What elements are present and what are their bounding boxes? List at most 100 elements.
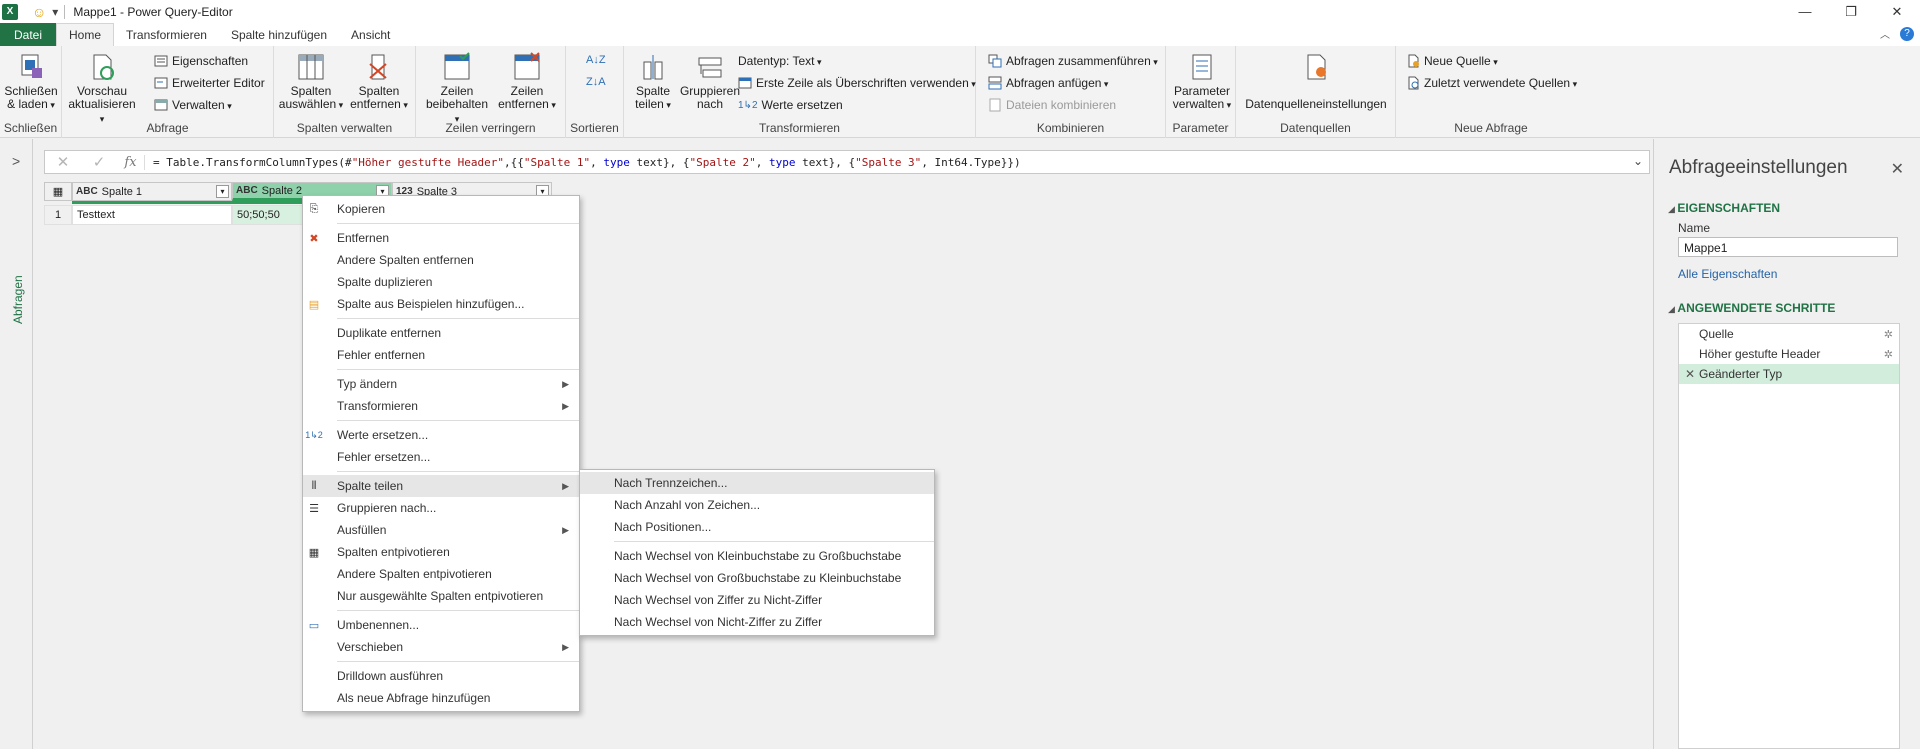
step-item[interactable]: ✕ Geänderter Typ	[1679, 364, 1899, 384]
all-properties-link[interactable]: Alle Eigenschaften	[1678, 267, 1777, 281]
menu-item-andere-spalten-entpivotieren[interactable]: Andere Spalten entpivotieren	[303, 563, 579, 585]
tab-transformieren[interactable]: Transformieren	[114, 23, 219, 46]
menu-item-nur-ausgewaehlte-entpivotieren[interactable]: Nur ausgewählte Spalten entpivotieren	[303, 585, 579, 607]
close-load-button[interactable]: Schließen & laden	[4, 52, 58, 112]
menu-item-verschieben[interactable]: Verschieben ▶	[303, 636, 579, 658]
submenu-item-positionen[interactable]: Nach Positionen...	[580, 516, 934, 538]
menu-item-werte-ersetzen[interactable]: 1↳2 Werte ersetzen...	[303, 424, 579, 446]
menu-item-spalte-teilen[interactable]: ⫴ Spalte teilen ▶	[303, 475, 579, 497]
tab-ansicht[interactable]: Ansicht	[339, 23, 402, 46]
table-cell[interactable]: Testtext	[72, 205, 232, 225]
menu-label: Duplikate entfernen	[337, 326, 442, 340]
menu-item-fehler-ersetzen[interactable]: Fehler ersetzen...	[303, 446, 579, 468]
submenu-item-ziffer-zu-nicht-ziffer[interactable]: Nach Wechsel von Ziffer zu Nicht-Ziffer	[580, 589, 934, 611]
menu-item-spalte-duplizieren[interactable]: Spalte duplizieren	[303, 271, 579, 293]
datatype-dropdown[interactable]: Datentyp: Text	[738, 54, 822, 68]
excel-app-icon: X	[2, 3, 18, 20]
properties-button[interactable]: Eigenschaften	[154, 54, 248, 68]
sort-ascending-icon[interactable]: A↓Z	[586, 54, 606, 66]
qat-dropdown-icon[interactable]: ▾	[52, 5, 58, 19]
column-name: Spalte 2	[261, 184, 303, 197]
refresh-preview-button[interactable]: Vorschau aktualisieren	[68, 52, 136, 126]
remove-columns-button[interactable]: Spalten entfernen	[346, 52, 412, 112]
keep-rows-button[interactable]: Zeilen beibehalten	[424, 52, 490, 126]
menu-item-andere-spalten-entfernen[interactable]: Andere Spalten entfernen	[303, 249, 579, 271]
group-by-button[interactable]: Gruppieren nach	[678, 52, 742, 111]
expand-formula-icon[interactable]: ⌄	[1633, 154, 1643, 168]
submenu-item-gross-zu-klein[interactable]: Nach Wechsel von Großbuchstabe zu Kleinb…	[580, 567, 934, 589]
choose-columns-button[interactable]: Spalten auswählen	[278, 52, 344, 112]
help-icon[interactable]: ?	[1900, 26, 1914, 41]
close-window-button[interactable]: ✕	[1874, 0, 1920, 23]
section-eigenschaften[interactable]: EIGENSCHAFTEN	[1668, 201, 1780, 215]
submenu-item-nicht-ziffer-zu-ziffer[interactable]: Nach Wechsel von Nicht-Ziffer zu Ziffer	[580, 611, 934, 633]
tab-spalte-hinzufuegen[interactable]: Spalte hinzufügen	[219, 23, 339, 46]
fx-icon[interactable]: fx	[117, 154, 145, 170]
collapse-ribbon-icon[interactable]: ︿	[1880, 26, 1890, 41]
tab-home[interactable]: Home	[56, 23, 115, 46]
step-item[interactable]: Höher gestufte Header ✲	[1679, 344, 1899, 364]
restore-button[interactable]: ❐	[1828, 0, 1874, 23]
submenu-item-anzahl-zeichen[interactable]: Nach Anzahl von Zeichen...	[580, 494, 934, 516]
data-source-settings-button[interactable]: Datenquelleneinstellungen	[1244, 52, 1388, 111]
group-parameter: Parameter verwalten Parameter	[1166, 46, 1236, 138]
formula-text[interactable]: = Table.TransformColumnTypes(#"Höher ges…	[153, 156, 1021, 169]
menu-item-als-neue-abfrage[interactable]: Als neue Abfrage hinzufügen	[303, 687, 579, 709]
manage-parameters-button[interactable]: Parameter verwalten	[1172, 52, 1232, 112]
remove-rows-button[interactable]: Zeilen entfernen	[494, 52, 560, 112]
new-source-button[interactable]: Neue Quelle	[1406, 54, 1498, 68]
menu-item-fehler-entfernen[interactable]: Fehler entfernen	[303, 344, 579, 366]
menu-label: Nach Wechsel von Ziffer zu Nicht-Ziffer	[614, 593, 823, 607]
queries-pane-label[interactable]: Abfragen	[11, 275, 25, 324]
menu-item-spalte-aus-beispielen[interactable]: ▤ Spalte aus Beispielen hinzufügen...	[303, 293, 579, 315]
filter-dropdown-icon[interactable]: ▾	[216, 185, 229, 198]
manage-button[interactable]: Verwalten	[154, 98, 232, 112]
menu-item-drilldown[interactable]: Drilldown ausführen	[303, 665, 579, 687]
group-datenquellen: Datenquelleneinstellungen Datenquellen	[1236, 46, 1396, 138]
smiley-feedback-icon[interactable]: ☺	[32, 4, 46, 20]
cancel-formula-icon[interactable]: ✕	[45, 153, 81, 171]
menu-item-typ-aendern[interactable]: Typ ändern ▶	[303, 373, 579, 395]
group-neue-abfrage: Neue Quelle Zuletzt verwendete Quellen N…	[1396, 46, 1586, 138]
gear-icon[interactable]: ✲	[1884, 348, 1893, 361]
confirm-formula-icon[interactable]: ✓	[81, 153, 117, 171]
merge-queries-button[interactable]: Abfragen zusammenführen	[988, 54, 1158, 68]
first-row-headers-button[interactable]: Erste Zeile als Überschriften verwenden	[738, 76, 976, 90]
step-item[interactable]: Quelle ✲	[1679, 324, 1899, 344]
table-menu-icon[interactable]: ▦	[44, 182, 72, 201]
column-header-spalte-1[interactable]: ABC Spalte 1 ▾	[72, 182, 232, 201]
menu-item-umbenennen[interactable]: ▭ Umbenennen...	[303, 614, 579, 636]
settings-title: Abfrageeinstellungen	[1669, 157, 1848, 178]
menu-item-gruppieren[interactable]: ☰ Gruppieren nach...	[303, 497, 579, 519]
menu-item-kopieren[interactable]: ⎘ Kopieren	[303, 198, 579, 220]
expand-nav-icon[interactable]: >	[12, 153, 20, 169]
minimize-button[interactable]: —	[1782, 0, 1828, 23]
submenu-item-klein-zu-gross[interactable]: Nach Wechsel von Kleinbuchstabe zu Großb…	[580, 545, 934, 567]
replace-values-button[interactable]: 1↳2 Werte ersetzen	[738, 98, 843, 112]
advanced-editor-button[interactable]: Erweiterter Editor	[154, 76, 265, 90]
recent-sources-button[interactable]: Zuletzt verwendete Quellen	[1406, 76, 1577, 90]
append-queries-button[interactable]: Abfragen anfügen	[988, 76, 1108, 90]
close-settings-icon[interactable]: ✕	[1891, 159, 1904, 179]
menu-item-transformieren[interactable]: Transformieren ▶	[303, 395, 579, 417]
menu-item-spalten-entpivotieren[interactable]: ▦ Spalten entpivotieren	[303, 541, 579, 563]
menu-item-entfernen[interactable]: ✖ Entfernen	[303, 227, 579, 249]
group-label-transformieren: Transformieren	[759, 121, 840, 135]
replace-values-icon: 1↳2	[305, 429, 323, 440]
menu-label: Transformieren	[337, 399, 418, 413]
type-abc-icon[interactable]: ABC	[236, 185, 258, 196]
query-name-input[interactable]: Mappe1	[1678, 237, 1898, 257]
section-applied-steps[interactable]: ANGEWENDETE SCHRITTE	[1668, 301, 1835, 315]
menu-separator	[337, 369, 579, 370]
split-column-button[interactable]: Spalte teilen	[630, 52, 676, 112]
type-abc-icon[interactable]: ABC	[76, 186, 98, 197]
formula-keyword: type	[603, 155, 630, 169]
delete-step-icon[interactable]: ✕	[1685, 367, 1695, 381]
sort-descending-icon[interactable]: Z↓A	[586, 76, 606, 88]
formula-keyword: type	[768, 155, 796, 169]
menu-item-ausfuellen[interactable]: Ausfüllen ▶	[303, 519, 579, 541]
menu-item-duplikate-entfernen[interactable]: Duplikate entfernen	[303, 322, 579, 344]
gear-icon[interactable]: ✲	[1884, 328, 1893, 341]
tab-datei[interactable]: Datei	[0, 23, 57, 46]
submenu-item-trennzeichen[interactable]: Nach Trennzeichen...	[580, 472, 934, 494]
